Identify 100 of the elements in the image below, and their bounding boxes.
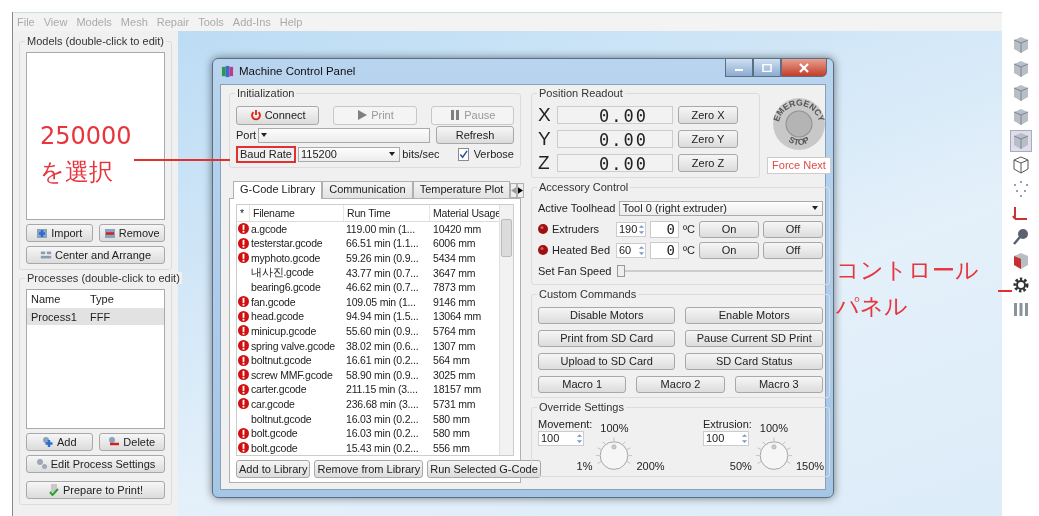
gears-icon: [108, 436, 121, 448]
table-cell-text: 59.26 min (0.9...: [345, 252, 420, 264]
dial-max-label: 150%: [795, 459, 825, 472]
group-title: Position Readout: [537, 86, 625, 99]
off-button[interactable]: Off: [762, 241, 823, 259]
table-cell-text: bearing6.gcode: [250, 281, 322, 294]
off-button[interactable]: Off: [762, 220, 823, 238]
table-cell-text: bolt.gcode: [250, 441, 299, 454]
spin-arrows-icon[interactable]: [638, 222, 645, 236]
remove-button[interactable]: Remove: [98, 224, 165, 242]
command-button[interactable]: Macro 3: [734, 375, 823, 393]
refresh-button[interactable]: Refresh: [436, 126, 514, 144]
port-label: Port: [236, 129, 257, 141]
table-cell-text: fan.gcode: [250, 295, 297, 308]
axis-label: Y: [538, 128, 552, 150]
port-dropdown[interactable]: [258, 127, 430, 143]
table-cell-text: 5731 mm: [432, 397, 477, 410]
table-cell-text: 10420 mm: [432, 222, 482, 235]
on-button[interactable]: On: [698, 220, 759, 238]
power-icon: [249, 109, 262, 121]
table-row[interactable]: 내사진.gcode 43.77 min (0.7... 3647 mm: [237, 265, 499, 280]
process-row[interactable]: Process1 FFF: [27, 309, 164, 325]
spin-arrows-icon[interactable]: [576, 431, 583, 445]
add-button[interactable]: Add: [26, 433, 93, 451]
connect-button[interactable]: Connect: [236, 105, 320, 125]
axis-label: X: [538, 104, 552, 126]
table-cell-text: 43.77 min (0.7...: [345, 266, 420, 279]
percent-spinbox[interactable]: 100: [702, 430, 749, 446]
force-next-button[interactable]: Force Next: [767, 156, 831, 174]
maximize-button[interactable]: [753, 58, 781, 77]
probe-icon[interactable]: [1010, 226, 1031, 247]
spin-arrows-icon[interactable]: [740, 431, 748, 445]
temperature-spinbox[interactable]: 190: [616, 221, 646, 237]
override-label: Extrusion:: [702, 417, 752, 430]
center-arrange-button[interactable]: Center and Arrange: [26, 246, 165, 264]
command-button[interactable]: Disable Motors: [538, 306, 676, 324]
table-cell-text: 580 mm: [432, 412, 471, 425]
remove-icon: [103, 227, 116, 239]
command-button[interactable]: Macro 1: [538, 375, 627, 393]
command-button[interactable]: Enable Motors: [685, 306, 823, 324]
delete-button[interactable]: Delete: [98, 433, 165, 451]
table-cell-text: carter.gcode: [250, 383, 308, 396]
toolhead-dropdown[interactable]: Tool 0 (right extruder): [619, 200, 823, 216]
minimize-button[interactable]: [725, 58, 753, 77]
table-cell-text: FFF: [89, 311, 112, 323]
command-button[interactable]: Print from SD Card: [538, 329, 676, 347]
zero-button[interactable]: Zero X: [678, 106, 738, 124]
table-cell-text: 556 mm: [432, 441, 471, 454]
position-readout: 0.00: [557, 106, 673, 124]
baud-rate-dropdown[interactable]: 115200: [298, 146, 401, 162]
table-cell-text: 5764 mm: [432, 324, 477, 337]
command-button[interactable]: SD Card Status: [685, 352, 823, 370]
group-title: Models (double-click to edit): [25, 35, 166, 47]
wireframe-cube-icon[interactable]: [1010, 154, 1031, 175]
spin-arrows-icon[interactable]: [638, 243, 645, 257]
models-list[interactable]: [26, 52, 165, 220]
table-cell-text: testerstar.gcode: [250, 237, 324, 250]
table-cell-text: Process1: [30, 311, 78, 323]
library-button[interactable]: Run Selected G-Code: [427, 460, 541, 478]
table-cell-text: 15.43 min (0.2...: [345, 441, 420, 454]
table-cell-text: 내사진.gcode: [250, 265, 315, 280]
slider-thumb[interactable]: [617, 265, 626, 277]
left-arrow-icon: [511, 186, 517, 194]
zero-button[interactable]: Zero Z: [678, 154, 738, 172]
tab[interactable]: Communication: [322, 180, 413, 198]
tab[interactable]: Temperature Plot: [412, 180, 511, 198]
column-header: Type: [89, 293, 115, 305]
heater-label: Heated Bed: [552, 244, 612, 256]
table-cell-text: 16.03 min (0.2...: [345, 427, 420, 440]
table-cell-text: a.gcode: [250, 222, 288, 235]
app-icon: [221, 64, 234, 78]
percent-spinbox[interactable]: 100: [538, 430, 584, 446]
table-cell-text: myphoto.gcode: [250, 252, 322, 264]
command-button[interactable]: Pause Current SD Print: [685, 329, 823, 347]
zero-button[interactable]: Zero Y: [678, 130, 738, 148]
edit-process-settings-button[interactable]: Edit Process Settings: [26, 455, 165, 473]
unit-label: ºC: [683, 244, 695, 256]
temperature-readout: 0: [650, 220, 679, 238]
checkbox[interactable]: [457, 147, 469, 161]
prepare-to-print-button[interactable]: Prepare to Print!: [26, 481, 165, 499]
tab[interactable]: G-Code Library: [233, 180, 323, 199]
tab-scroll-right-button[interactable]: [517, 182, 525, 198]
table-cell-text: 564 mm: [432, 354, 471, 367]
table-cell-text: spring valve.gcode: [250, 339, 336, 352]
command-button[interactable]: Macro 2: [636, 375, 725, 393]
command-button[interactable]: Upload to SD Card: [538, 352, 676, 370]
close-button[interactable]: [781, 58, 827, 77]
table-cell-text: 6006 mm: [432, 237, 477, 250]
window-title: Machine Control Panel: [239, 65, 356, 78]
temperature-spinbox[interactable]: 60: [616, 242, 646, 258]
scrollbar[interactable]: [499, 204, 513, 455]
on-button[interactable]: On: [698, 241, 759, 259]
table-row[interactable]: boltnut.gcode 16.03 min (0.2... 580 mm: [237, 411, 499, 426]
library-button[interactable]: Remove from Library: [314, 460, 424, 478]
table-row[interactable]: bearing6.gcode 46.62 min (0.7... 7873 mm: [237, 279, 499, 295]
column-header: Name: [30, 293, 62, 305]
library-button[interactable]: Add to Library: [236, 460, 311, 478]
table-cell-text: 1307 mm: [432, 339, 477, 352]
import-button[interactable]: Import: [26, 224, 93, 242]
dial-center-label: 100%: [600, 421, 629, 434]
